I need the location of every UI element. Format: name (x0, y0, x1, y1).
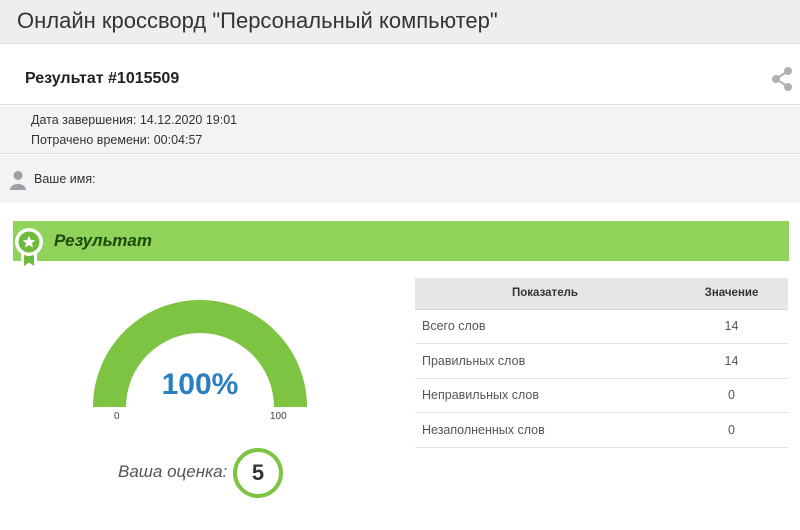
result-section-header: Результат (13, 221, 789, 261)
row-metric: Правильных слов (415, 343, 675, 379)
result-id: Результат #1015509 (25, 70, 180, 87)
row-metric: Неправильных слов (415, 378, 675, 413)
column-header-metric: Показатель (415, 278, 675, 310)
table-row: Всего слов 14 (415, 309, 788, 344)
grade-label: Ваша оценка: (118, 462, 228, 481)
table-row: Неправильных слов 0 (415, 378, 788, 413)
grade-value: 5 (233, 448, 283, 498)
gauge-max-label: 100 (270, 411, 287, 422)
table-row: Незаполненных слов 0 (415, 412, 788, 448)
stats-table: Показатель Значение Всего слов 14 Правил… (415, 278, 788, 448)
page-title: Онлайн кроссворд "Персональный компьютер… (17, 8, 498, 33)
table-row: Правильных слов 14 (415, 343, 788, 379)
user-icon (10, 171, 26, 190)
row-value: 14 (675, 343, 788, 379)
user-name-row: Ваше имя: (0, 155, 800, 203)
user-name-label: Ваше имя: (34, 172, 96, 186)
finish-date: Дата завершения: 14.12.2020 19:01 (31, 113, 238, 127)
row-metric: Незаполненных слов (415, 412, 675, 448)
title-bar: Онлайн кроссворд "Персональный компьютер… (0, 0, 800, 44)
gauge-percent: 100% (161, 368, 239, 401)
row-metric: Всего слов (415, 309, 675, 344)
share-icon[interactable] (770, 66, 794, 92)
result-section-title: Результат (54, 231, 152, 250)
row-value: 0 (675, 412, 788, 448)
row-value: 0 (675, 378, 788, 413)
time-spent: Потрачено времени: 00:04:57 (31, 133, 203, 147)
row-value: 14 (675, 309, 788, 344)
result-meta: Дата завершения: 14.12.2020 19:01 Потрач… (0, 106, 800, 154)
table-header-row: Показатель Значение (415, 278, 788, 310)
result-header: Результат #1015509 (0, 45, 800, 105)
column-header-value: Значение (675, 278, 788, 310)
medal-star-icon (15, 228, 43, 271)
gauge-min-label: 0 (114, 411, 120, 422)
